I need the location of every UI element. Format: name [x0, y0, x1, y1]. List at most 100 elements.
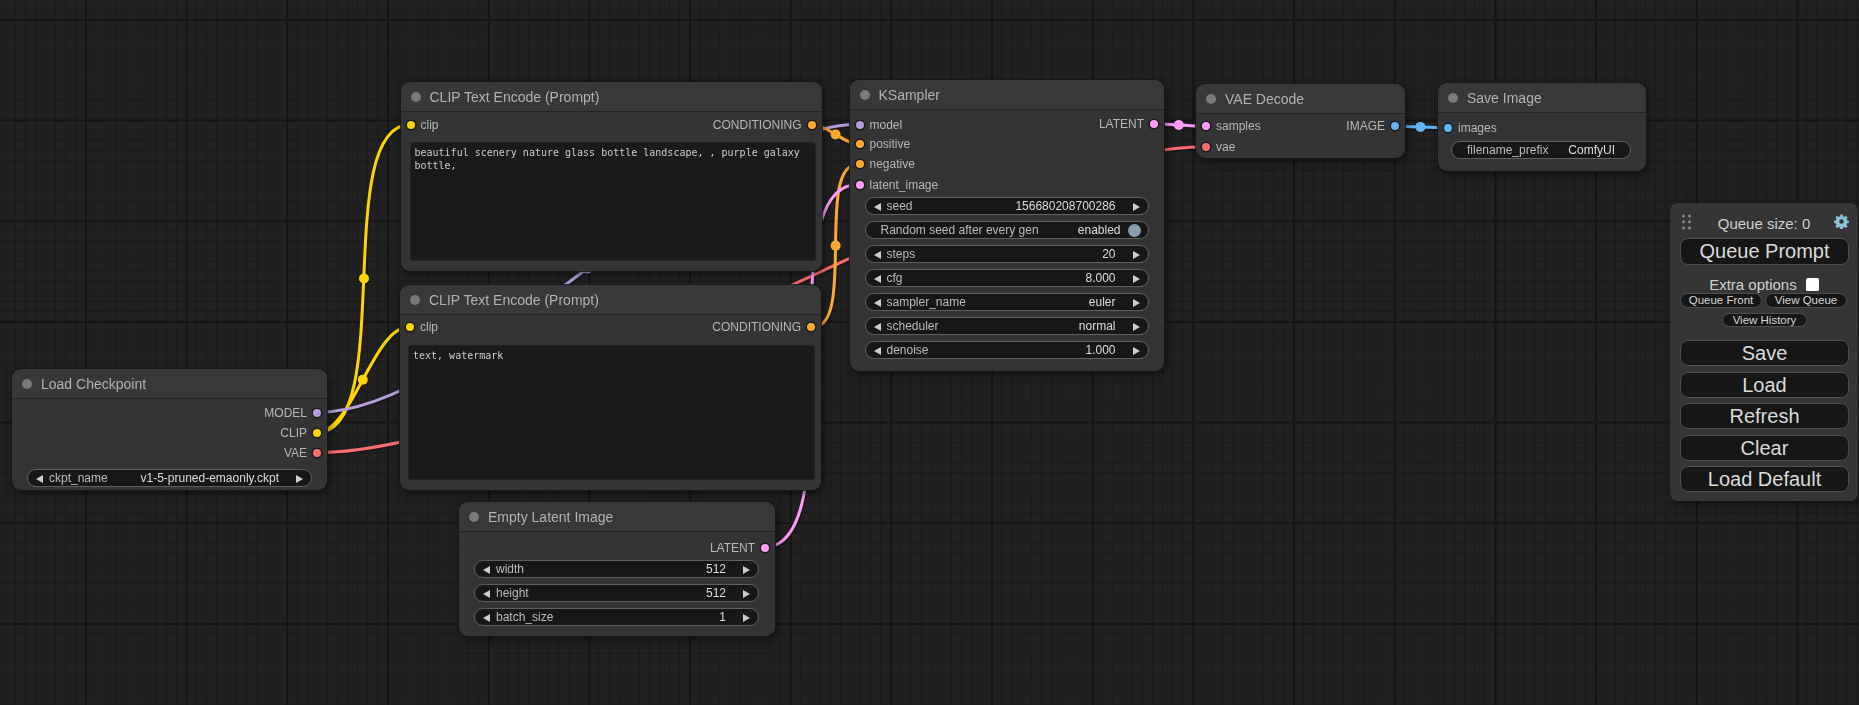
settings-gear-icon[interactable]	[1834, 214, 1849, 229]
view-history-button[interactable]: View History	[1722, 313, 1807, 327]
output-slot-model[interactable]: MODEL	[12, 403, 327, 423]
node-title-bar[interactable]: Load Checkpoint	[12, 369, 327, 399]
wire-dot	[831, 241, 841, 251]
image-input-dot[interactable]	[1444, 124, 1452, 132]
widget-ckpt-name[interactable]: ckpt_name v1-5-pruned-emaonly.ckpt	[27, 469, 312, 487]
output-slot-latent[interactable]: LATENT	[850, 114, 1165, 134]
node-title-bar[interactable]: KSampler	[850, 80, 1165, 110]
node-status-dot	[410, 295, 420, 305]
prev-value-arrow-icon[interactable]	[483, 614, 490, 622]
clear-button[interactable]: Clear	[1680, 435, 1849, 461]
wire-dot	[831, 129, 841, 139]
node-empty-latent-image[interactable]: Empty Latent Image LATENT width 512 heig…	[459, 502, 775, 636]
node-title: Load Checkpoint	[41, 369, 146, 399]
vae-output-dot[interactable]	[313, 449, 321, 457]
widget-batch-size[interactable]: batch_size 1	[474, 608, 759, 626]
vae-input-dot[interactable]	[1202, 143, 1210, 151]
widget-denoise[interactable]: denoise 1.000	[865, 341, 1149, 359]
latent-output-dot[interactable]	[761, 544, 769, 552]
conditioning-output-dot[interactable]	[807, 323, 815, 331]
clip-output-dot[interactable]	[313, 429, 321, 437]
next-value-arrow-icon[interactable]	[743, 614, 750, 622]
prev-value-arrow-icon[interactable]	[874, 323, 881, 331]
input-slot-images[interactable]: images	[1438, 118, 1646, 138]
next-value-arrow-icon[interactable]	[743, 590, 750, 598]
next-value-arrow-icon[interactable]	[1133, 347, 1140, 355]
refresh-button[interactable]: Refresh	[1680, 403, 1849, 429]
load-button[interactable]: Load	[1680, 372, 1849, 398]
node-title-bar[interactable]: CLIP Text Encode (Prompt)	[400, 285, 821, 315]
output-slot-clip[interactable]: CLIP	[12, 423, 327, 443]
widget-steps[interactable]: steps 20	[865, 245, 1149, 263]
queue-front-button[interactable]: Queue Front	[1680, 293, 1762, 308]
load-default-button[interactable]: Load Default	[1680, 466, 1849, 492]
extra-options-row: Extra options	[1670, 274, 1858, 289]
node-load-checkpoint[interactable]: Load Checkpoint MODEL CLIP VAE ckpt_name…	[12, 369, 327, 490]
widget-width[interactable]: width 512	[474, 560, 759, 578]
positive-prompt-textarea[interactable]: beautiful scenery nature glass bottle la…	[410, 142, 816, 261]
node-title: CLIP Text Encode (Prompt)	[429, 285, 599, 315]
output-slot-conditioning[interactable]: CONDITIONING	[401, 115, 822, 135]
prev-value-arrow-icon[interactable]	[483, 590, 490, 598]
widget-height[interactable]: height 512	[474, 584, 759, 602]
prev-value-arrow-icon[interactable]	[36, 475, 43, 483]
latent-input-dot[interactable]	[856, 181, 864, 189]
prev-value-arrow-icon[interactable]	[874, 251, 881, 259]
node-title: VAE Decode	[1225, 84, 1304, 114]
extra-options-checkbox[interactable]	[1806, 278, 1819, 291]
toggle-on-dot[interactable]	[1128, 224, 1141, 237]
node-title-bar[interactable]: VAE Decode	[1196, 84, 1405, 114]
wire-dot	[1174, 120, 1184, 130]
widget-seed[interactable]: seed 156680208700286	[865, 197, 1149, 215]
conditioning-output-dot[interactable]	[808, 121, 816, 129]
negative-prompt-textarea[interactable]: text, watermark	[408, 345, 815, 480]
input-slot-negative[interactable]: negative	[850, 154, 1165, 174]
image-output-dot[interactable]	[1391, 122, 1399, 130]
next-value-arrow-icon[interactable]	[296, 475, 303, 483]
node-clip-text-encode-positive[interactable]: CLIP Text Encode (Prompt) clip CONDITION…	[401, 82, 822, 271]
view-queue-button[interactable]: View Queue	[1765, 293, 1847, 308]
model-output-dot[interactable]	[313, 409, 321, 417]
input-slot-positive[interactable]: positive	[850, 134, 1165, 154]
node-title-bar[interactable]: Save Image	[1438, 83, 1646, 113]
prev-value-arrow-icon[interactable]	[874, 299, 881, 307]
prev-value-arrow-icon[interactable]	[874, 203, 881, 211]
output-slot-image[interactable]: IMAGE	[1196, 116, 1405, 136]
output-slot-vae[interactable]: VAE	[12, 443, 327, 463]
widget-filename-prefix[interactable]: filename_prefix ComfyUI	[1451, 141, 1631, 159]
output-slot-conditioning[interactable]: CONDITIONING	[400, 317, 821, 337]
next-value-arrow-icon[interactable]	[1133, 323, 1140, 331]
next-value-arrow-icon[interactable]	[1133, 275, 1140, 283]
comfy-menu-panel: Queue size: 0 Queue Prompt Extra options…	[1670, 203, 1858, 501]
input-slot-latent-image[interactable]: latent_image	[850, 175, 1165, 195]
node-status-dot	[22, 379, 32, 389]
node-title-bar[interactable]: CLIP Text Encode (Prompt)	[401, 82, 822, 112]
input-slot-vae[interactable]: vae	[1196, 137, 1405, 157]
widget-cfg[interactable]: cfg 8.000	[865, 269, 1149, 287]
next-value-arrow-icon[interactable]	[743, 566, 750, 574]
output-slot-latent[interactable]: LATENT	[459, 538, 775, 558]
node-title: Save Image	[1467, 83, 1542, 113]
node-save-image[interactable]: Save Image images filename_prefix ComfyU…	[1438, 83, 1646, 171]
wire-dot	[1416, 122, 1426, 132]
queue-prompt-button[interactable]: Queue Prompt	[1680, 238, 1849, 265]
latent-output-dot[interactable]	[1150, 120, 1158, 128]
prev-value-arrow-icon[interactable]	[483, 566, 490, 574]
widget-random-seed-toggle[interactable]: Random seed after every gen enabled	[865, 221, 1149, 239]
next-value-arrow-icon[interactable]	[1133, 203, 1140, 211]
node-ksampler[interactable]: KSampler model positive negative latent_…	[850, 80, 1165, 371]
conditioning-input-dot[interactable]	[856, 160, 864, 168]
save-button[interactable]: Save	[1680, 340, 1849, 366]
widget-sampler-name[interactable]: sampler_name euler	[865, 293, 1149, 311]
conditioning-input-dot[interactable]	[856, 140, 864, 148]
node-clip-text-encode-negative[interactable]: CLIP Text Encode (Prompt) clip CONDITION…	[400, 285, 821, 490]
node-status-dot	[860, 90, 870, 100]
prev-value-arrow-icon[interactable]	[874, 347, 881, 355]
node-vae-decode[interactable]: VAE Decode samples vae IMAGE	[1196, 84, 1405, 158]
next-value-arrow-icon[interactable]	[1133, 299, 1140, 307]
widget-scheduler[interactable]: scheduler normal	[865, 317, 1149, 335]
graph-canvas[interactable]: Load Checkpoint MODEL CLIP VAE ckpt_name…	[0, 0, 1859, 705]
next-value-arrow-icon[interactable]	[1133, 251, 1140, 259]
prev-value-arrow-icon[interactable]	[874, 275, 881, 283]
node-title-bar[interactable]: Empty Latent Image	[459, 502, 775, 532]
